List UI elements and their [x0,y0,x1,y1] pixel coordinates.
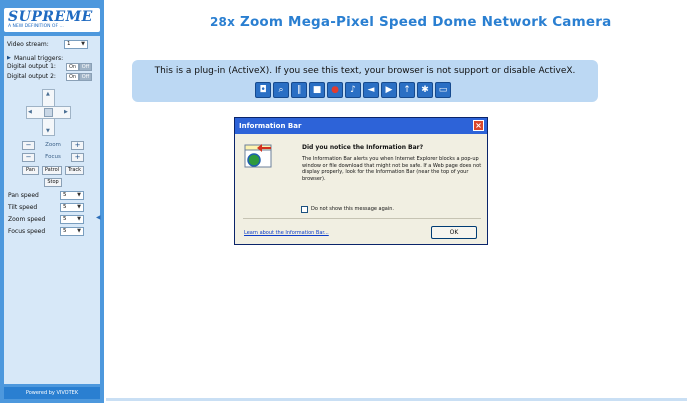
brand-logo: SUPREME A NEW DEFINITION OF ... [4,8,100,32]
pan-speed-label: Pan speed [8,192,39,199]
zoom-speed-label: Zoom speed [8,216,46,223]
title-prefix: 28x [210,15,236,29]
dialog-heading: Did you notice the Information Bar? [302,144,424,151]
dont-show-label[interactable]: Do not show this message again. [311,206,394,213]
information-bar-dialog: Information Bar × Did you notice the Inf… [234,117,488,245]
video-viewer-bar: This is a plug-in (ActiveX). If you see … [132,60,598,102]
focus-speed-select[interactable]: 5 ▼ [60,227,84,236]
chevron-down-icon: ▼ [77,204,81,210]
activex-message: This is a plug-in (ActiveX). If you see … [154,66,576,76]
collapse-sidebar-icon[interactable]: ◀ [96,214,101,221]
zoom-in-button[interactable]: + [71,141,84,150]
expand-triangle-icon[interactable]: ▶ [7,55,11,61]
chevron-down-icon: ▼ [81,41,85,47]
bottom-divider [106,398,687,401]
page-title: 28x Zoom Mega-Pixel Speed Dome Network C… [210,14,611,30]
patrol-button[interactable]: Patrol [42,166,62,175]
tilt-speed-value: 5 [63,204,67,210]
ok-button[interactable]: OK [431,226,477,239]
digital-output-2-off[interactable]: Off [79,73,92,81]
tilt-down-icon[interactable]: ▼ [46,128,50,134]
sidebar: SUPREME A NEW DEFINITION OF ... Video st… [0,0,104,403]
focus-far-button[interactable]: + [71,153,84,162]
ptz-icon[interactable]: ✱ [417,82,433,98]
video-stream-label: Video stream: [7,41,49,48]
information-bar-icon [244,144,272,168]
chevron-down-icon: ▼ [77,216,81,222]
pan-left-icon[interactable]: ◀ [28,109,32,115]
focus-speed-label: Focus speed [8,228,46,235]
zoom-icon[interactable]: ⌕ [273,82,289,98]
close-icon[interactable]: × [473,120,484,131]
digital-output-2-label: Digital output 2: [7,73,56,80]
logo-text: SUPREME [8,9,93,25]
pan-speed-select[interactable]: 5 ▼ [60,191,84,200]
learn-more-link[interactable]: Learn about the Information Bar... [244,230,329,236]
track-button[interactable]: Track [65,166,84,175]
ptz-home-button[interactable] [44,108,53,117]
chevron-down-icon: ▼ [77,192,81,198]
record-icon[interactable]: ● [327,82,343,98]
tilt-speed-select[interactable]: 5 ▼ [60,203,84,212]
pan-right-icon[interactable]: ▶ [64,109,68,115]
tilt-speed-label: Tilt speed [8,204,38,211]
chevron-down-icon: ▼ [77,228,81,234]
title-text: Zoom Mega-Pixel Speed Dome Network Camer… [239,14,612,30]
focus-speed-value: 5 [63,228,67,234]
dont-show-checkbox[interactable] [301,206,308,213]
snapshot-icon[interactable]: ◘ [255,82,271,98]
dialog-body: The Information Bar alerts you when Inte… [302,156,482,182]
tilt-up-icon[interactable]: ▲ [46,91,50,97]
digital-output-1-label: Digital output 1: [7,63,56,70]
volume-icon[interactable]: ♪ [345,82,361,98]
logo-tagline: A NEW DEFINITION OF ... [8,24,64,29]
zoom-out-button[interactable]: − [22,141,35,150]
mic-icon[interactable]: ↑ [399,82,415,98]
digital-output-2-on[interactable]: On [66,73,79,81]
focus-label: Focus [45,154,61,160]
pan-speed-value: 5 [63,192,67,198]
video-stream-value: 1 [67,41,71,47]
dialog-title: Information Bar [235,118,487,134]
mute-icon[interactable]: ◄ [363,82,379,98]
pause-icon[interactable]: ∥ [291,82,307,98]
digital-output-1-on[interactable]: On [66,63,79,71]
focus-near-button[interactable]: − [22,153,35,162]
zoom-label: Zoom [45,142,61,148]
pan-button[interactable]: Pan [22,166,39,175]
digital-output-1-off[interactable]: Off [79,63,92,71]
talk-icon[interactable]: ▶ [381,82,397,98]
zoom-speed-value: 5 [63,216,67,222]
powered-by-footer: Powered by VIVOTEK [4,387,100,399]
video-stream-select[interactable]: 1 ▼ [64,40,88,49]
dialog-divider [243,218,481,219]
stop-button[interactable]: Stop [44,178,62,187]
zoom-speed-select[interactable]: 5 ▼ [60,215,84,224]
manual-triggers-label: Manual triggers: [14,55,64,62]
fullscreen-icon[interactable]: ▭ [435,82,451,98]
stop-icon[interactable]: ■ [309,82,325,98]
